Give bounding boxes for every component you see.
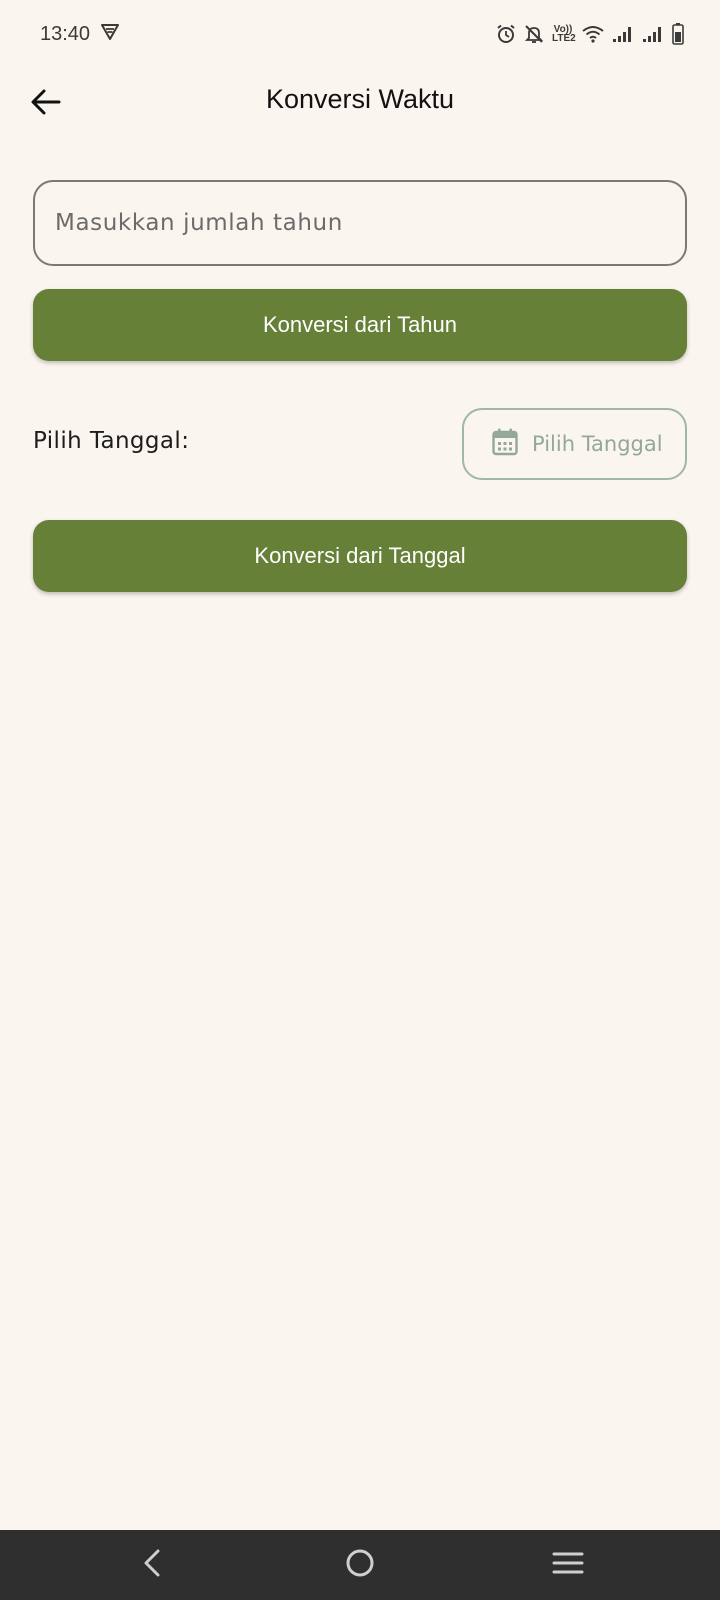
date-label: Pilih Tanggal:: [33, 428, 190, 454]
year-input-field[interactable]: [33, 180, 687, 266]
volte-bottom-label: LTE2: [552, 33, 576, 44]
volte-icon: Vo)) LTE2: [552, 25, 576, 44]
nav-back-button[interactable]: [130, 1543, 174, 1587]
status-bar-left: 13:40: [40, 23, 120, 46]
status-time: 13:40: [40, 22, 91, 45]
nav-home-icon: [345, 1548, 375, 1583]
battery-icon: [672, 23, 684, 45]
signal-icon: [642, 25, 664, 43]
convert-from-year-button[interactable]: Konversi dari Tahun: [33, 289, 687, 361]
date-picker-label: Pilih Tanggal: [532, 432, 663, 456]
nav-home-button[interactable]: [338, 1543, 382, 1587]
calendar-icon: [492, 428, 518, 461]
nav-menu-icon: [552, 1551, 584, 1580]
signal-icon: [612, 25, 634, 43]
page-title: Konversi Waktu: [265, 84, 455, 114]
convert-from-date-label: Konversi dari Tanggal: [254, 543, 466, 568]
status-bar: 13:40 Vo)) LTE2: [0, 0, 720, 68]
vpn-shield-icon: [100, 23, 120, 46]
nav-menu-button[interactable]: [546, 1543, 590, 1587]
notifications-off-icon: [524, 24, 544, 44]
convert-from-year-label: Konversi dari Tahun: [262, 312, 458, 337]
year-input[interactable]: [35, 182, 685, 264]
date-picker-button[interactable]: Pilih Tanggal: [462, 408, 687, 480]
status-bar-right: Vo)) LTE2: [496, 23, 684, 45]
alarm-icon: [496, 24, 516, 44]
convert-from-date-button[interactable]: Konversi dari Tanggal: [33, 520, 687, 592]
wifi-icon: [582, 25, 604, 43]
app-bar: Konversi Waktu: [0, 68, 720, 136]
navigation-bar: [0, 1530, 720, 1600]
nav-back-icon: [141, 1548, 163, 1583]
